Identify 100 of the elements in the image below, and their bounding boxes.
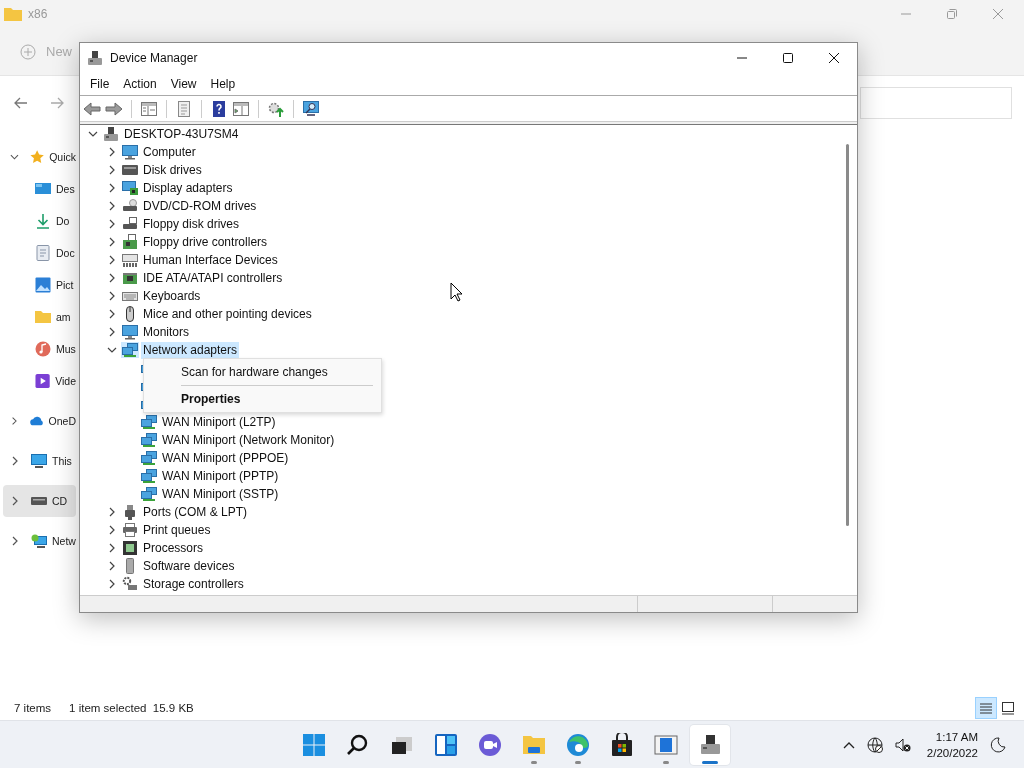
sidebar-item[interactable]: am [3,301,76,333]
chevron-icon[interactable] [107,273,117,283]
menu-item[interactable]: View [163,75,204,93]
tree-item[interactable]: WAN Miniport (L2TP) [160,413,278,431]
back-icon[interactable] [83,99,101,118]
menu-item[interactable]: Help [203,75,243,93]
picture-icon [35,277,51,293]
sidebar-item[interactable]: CD [3,485,76,517]
tree-item[interactable]: WAN Miniport (SSTP) [160,485,281,503]
tree-item[interactable]: Network adapters [141,341,240,359]
chevron-icon[interactable] [10,536,20,546]
chevron-icon[interactable] [107,291,117,301]
tree-root[interactable]: DESKTOP-43U7SM4 [122,125,241,143]
download-icon [35,213,51,229]
document-icon [35,245,51,261]
tree-item[interactable]: WAN Miniport (Network Monitor) [160,431,337,449]
tree-item[interactable]: Disk drives [141,161,204,179]
chevron-icon[interactable] [107,543,117,553]
properties-icon[interactable] [175,99,193,118]
tree-item[interactable]: DVD/CD-ROM drives [141,197,259,215]
network-icon [140,468,158,484]
chevron-icon[interactable] [107,219,117,229]
tree-item[interactable]: Storage controllers [141,575,246,593]
chevron-icon[interactable] [107,309,117,319]
tree-item[interactable]: IDE ATA/ATAPI controllers [141,269,285,287]
chevron-icon[interactable] [107,147,117,157]
scan-icon[interactable] [302,99,320,118]
sidebar-item[interactable]: Quick [3,141,76,173]
chevron-icon[interactable] [107,525,117,535]
disc-drive-icon [121,198,139,214]
chevron-icon[interactable] [107,327,117,337]
chevron-icon[interactable] [842,740,855,749]
tree-item[interactable]: Software devices [141,557,237,575]
panel-icon[interactable] [232,99,250,118]
close-icon [828,52,840,64]
chevron-icon[interactable] [107,507,117,517]
menu-item[interactable]: Action [116,75,164,93]
tree-item[interactable]: WAN Miniport (PPTP) [160,467,281,485]
music-icon [35,341,51,357]
chevron-icon[interactable] [10,456,20,466]
help-icon[interactable] [210,99,228,118]
chip-icon [121,540,139,556]
input-device-icon [121,252,139,268]
address-field[interactable] [860,87,1012,119]
panel-icon[interactable] [140,99,158,118]
tree-item[interactable]: Print queues [141,521,213,539]
back-icon[interactable] [14,97,28,109]
tree-item[interactable]: Monitors [141,323,191,341]
chevron-icon[interactable] [10,496,20,506]
globe-icon[interactable] [866,736,883,753]
chevron-icon[interactable] [107,201,117,211]
chevron-icon[interactable] [10,416,19,426]
tree-item[interactable]: WAN Miniport (PPPOE) [160,449,291,467]
sidebar-item[interactable]: Doc [3,237,76,269]
drive-icon [121,162,139,178]
computer-icon[interactable] [690,724,730,765]
tree-item[interactable]: Processors [141,539,206,557]
sidebar-item[interactable]: Mus [3,333,76,365]
menu-item[interactable]: Properties [144,389,381,409]
chevron-icon[interactable] [107,165,117,175]
network-icon [140,450,158,466]
chevron-icon[interactable] [107,255,117,265]
sidebar-item[interactable]: Vide [3,365,76,397]
menu-item[interactable]: File [83,75,117,93]
chevron-icon[interactable] [88,129,98,139]
sidebar-item[interactable]: Des [3,173,76,205]
tree-item[interactable]: Mice and other pointing devices [141,305,314,323]
sidebar-item[interactable]: Do [3,205,76,237]
tree-item[interactable]: Floppy disk drives [141,215,242,233]
moon-icon[interactable] [990,736,1006,753]
sidebar-item[interactable]: This [3,445,76,477]
folder-icon [4,7,22,21]
chevron-icon[interactable] [107,183,117,193]
folder-icon [35,309,51,325]
forward-icon[interactable] [105,99,123,118]
speaker-muted-icon[interactable] [894,736,911,753]
sidebar-item[interactable]: Netw [3,525,76,557]
tree-item[interactable]: Keyboards [141,287,203,305]
tree-item[interactable]: Ports (COM & LPT) [141,503,249,521]
tree-item[interactable]: Display adapters [141,179,235,197]
chevron-icon[interactable] [107,345,117,355]
tree-item[interactable]: Floppy drive controllers [141,233,270,251]
display-card-icon [121,180,139,196]
clock[interactable]: 1:17 AM 2/20/2022 [926,728,978,761]
menu-item[interactable]: Scan for hardware changes [144,362,381,382]
sidebar-item[interactable]: Pict [3,269,76,301]
tree-item[interactable]: Computer [141,143,198,161]
video-icon [35,373,51,389]
pointer-icon [450,282,463,302]
tiles-icon [1001,701,1015,715]
network-icon [140,414,158,430]
floppy-drive-icon [121,216,139,232]
tree-item[interactable]: Human Interface Devices [141,251,280,269]
chevron-icon[interactable] [107,237,117,247]
monitor-icon [121,324,139,340]
sidebar-item[interactable]: OneD [3,405,76,437]
chevron-icon[interactable] [107,561,117,571]
chevron-icon[interactable] [107,579,117,589]
status-text: 1 item selected 15.9 KB [69,702,194,714]
desktop-icon [35,181,51,197]
